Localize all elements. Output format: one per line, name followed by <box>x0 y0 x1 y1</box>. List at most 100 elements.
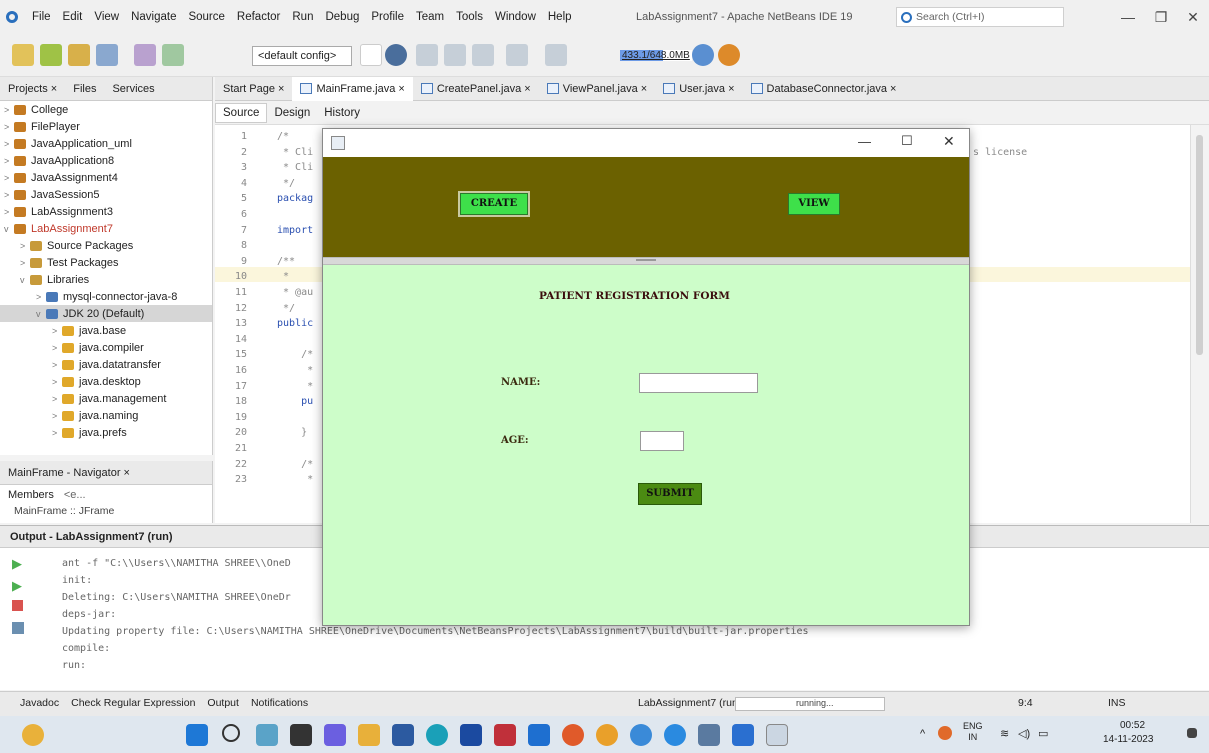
menu-debug[interactable]: Debug <box>319 11 365 23</box>
editor-tab[interactable]: ViewPanel.java × <box>539 77 656 101</box>
chevron-down-icon[interactable]: v <box>20 275 30 285</box>
chevron-down-icon[interactable]: v <box>4 224 14 234</box>
tree-item[interactable]: > mysql-connector-java-8 <box>0 288 212 305</box>
undo-icon[interactable] <box>134 44 156 66</box>
dropdown-icon[interactable] <box>360 44 382 66</box>
panel-tab-2[interactable]: Services <box>104 83 162 95</box>
app-maximize-icon[interactable]: ☐ <box>901 133 913 149</box>
menu-view[interactable]: View <box>88 11 125 23</box>
new-file-icon[interactable] <box>12 44 34 66</box>
menu-source[interactable]: Source <box>182 11 230 23</box>
tree-item[interactable]: v LabAssignment7 <box>0 220 212 237</box>
app-close-icon[interactable]: ✕ <box>943 133 955 150</box>
menu-navigate[interactable]: Navigate <box>125 11 182 23</box>
chevron-right-icon[interactable]: > <box>20 258 30 268</box>
navigator-title[interactable]: MainFrame - Navigator × <box>0 467 138 479</box>
chevron-right-icon[interactable]: > <box>4 173 14 183</box>
tray-chevron-icon[interactable]: ^ <box>920 728 925 740</box>
tray-app-icon[interactable] <box>938 726 952 740</box>
output-title[interactable]: Output - LabAssignment7 (run) <box>10 531 173 543</box>
navigator-item[interactable]: MainFrame :: JFrame <box>0 505 212 517</box>
task-view-icon[interactable] <box>290 724 312 746</box>
split-divider[interactable] <box>323 257 969 265</box>
photos-icon[interactable] <box>698 724 720 746</box>
tree-item[interactable]: > JavaApplication_uml <box>0 135 212 152</box>
chevron-right-icon[interactable]: > <box>4 207 14 217</box>
name-input[interactable] <box>639 373 758 393</box>
editor-tab[interactable]: Start Page × <box>215 77 292 101</box>
filter-select[interactable]: <e... <box>64 489 86 501</box>
chevron-right-icon[interactable]: > <box>4 156 14 166</box>
chat-icon[interactable] <box>324 724 346 746</box>
redo-icon[interactable] <box>162 44 184 66</box>
chevron-right-icon[interactable]: > <box>52 411 62 421</box>
chevron-right-icon[interactable]: > <box>4 139 14 149</box>
restore-icon[interactable]: ❐ <box>1146 7 1176 27</box>
scrollbar-thumb[interactable] <box>1196 135 1203 355</box>
menu-profile[interactable]: Profile <box>365 11 410 23</box>
tree-item[interactable]: > Source Packages <box>0 237 212 254</box>
subtab-design[interactable]: Design <box>267 107 317 119</box>
edge-icon[interactable] <box>426 724 448 746</box>
tree-item[interactable]: > Test Packages <box>0 254 212 271</box>
mail-icon[interactable] <box>494 724 516 746</box>
status-tab[interactable]: Check Regular Expression <box>71 697 195 709</box>
outlook-icon[interactable] <box>528 724 550 746</box>
tree-item[interactable]: > java.management <box>0 390 212 407</box>
battery-icon[interactable]: ▭ <box>1038 727 1048 740</box>
tree-item[interactable]: > java.desktop <box>0 373 212 390</box>
firefox-icon[interactable] <box>596 724 618 746</box>
tree-item[interactable]: > java.compiler <box>0 339 212 356</box>
save-all-icon[interactable] <box>96 44 118 66</box>
chevron-right-icon[interactable]: > <box>52 377 62 387</box>
editor-scrollbar[interactable] <box>1190 125 1209 523</box>
copilot-icon[interactable] <box>256 724 278 746</box>
chevron-down-icon[interactable]: v <box>36 309 46 319</box>
eclipse-icon[interactable] <box>630 724 652 746</box>
run-icon[interactable] <box>472 44 494 66</box>
menu-window[interactable]: Window <box>489 11 542 23</box>
chevron-right-icon[interactable]: > <box>4 105 14 115</box>
chevron-right-icon[interactable]: > <box>52 360 62 370</box>
stop-icon[interactable] <box>12 600 23 611</box>
chrome-icon[interactable] <box>562 724 584 746</box>
tree-item[interactable]: v Libraries <box>0 271 212 288</box>
subtab-source[interactable]: Source <box>215 102 268 123</box>
notification-icon[interactable] <box>1187 728 1197 738</box>
chevron-right-icon[interactable]: > <box>52 343 62 353</box>
editor-tab[interactable]: CreatePanel.java × <box>413 77 539 101</box>
wifi-icon[interactable]: ≋ <box>1000 727 1009 740</box>
tree-item[interactable]: > JavaSession5 <box>0 186 212 203</box>
clock[interactable]: 00:52 <box>1120 720 1145 731</box>
rerun-icon[interactable]: ▶ <box>12 556 22 572</box>
close-icon[interactable]: ✕ <box>1178 7 1208 27</box>
rerun-args-icon[interactable]: ▶ <box>12 578 22 594</box>
debug-icon[interactable] <box>506 44 528 66</box>
tree-item[interactable]: > LabAssignment3 <box>0 203 212 220</box>
view-button[interactable]: VIEW <box>788 193 840 215</box>
gc-icon[interactable] <box>692 44 714 66</box>
app-minimize-icon[interactable]: — <box>858 134 871 149</box>
netbeans-taskbar-icon[interactable] <box>732 724 754 746</box>
config-select[interactable]: <default config> <box>252 46 352 66</box>
panel-tab-0[interactable]: Projects × <box>0 83 65 95</box>
subtab-history[interactable]: History <box>317 107 367 119</box>
new-project-icon[interactable] <box>40 44 62 66</box>
tree-item[interactable]: > College <box>0 101 212 118</box>
chevron-right-icon[interactable]: > <box>52 326 62 336</box>
globe-icon[interactable] <box>385 44 407 66</box>
volume-icon[interactable]: ◁) <box>1018 727 1030 740</box>
submit-button[interactable]: SUBMIT <box>638 483 702 505</box>
build-icon[interactable] <box>416 44 438 66</box>
chevron-right-icon[interactable]: > <box>52 428 62 438</box>
search-taskbar-icon[interactable] <box>222 724 240 742</box>
menu-refactor[interactable]: Refactor <box>231 11 286 23</box>
tree-item[interactable]: > FilePlayer <box>0 118 212 135</box>
vscode-icon[interactable] <box>664 724 686 746</box>
menu-run[interactable]: Run <box>286 11 319 23</box>
editor-tab[interactable]: User.java × <box>655 77 742 101</box>
create-button[interactable]: CREATE <box>460 193 528 215</box>
start-icon[interactable] <box>186 724 208 746</box>
panel-tab-1[interactable]: Files <box>65 83 104 95</box>
language-indicator[interactable]: ENG IN <box>963 721 983 743</box>
